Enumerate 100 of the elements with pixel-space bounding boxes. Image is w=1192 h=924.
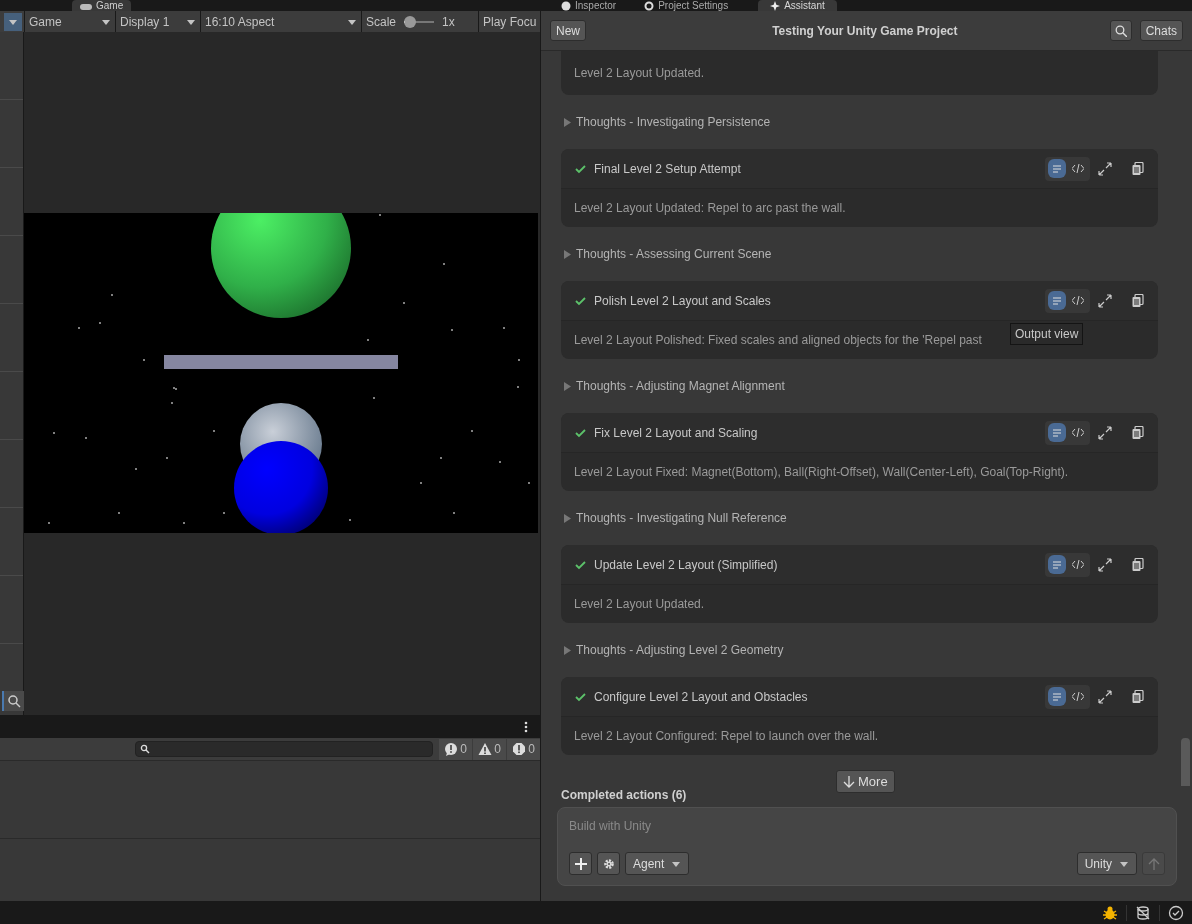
copy-icon[interactable] <box>1132 425 1144 440</box>
output-view-button[interactable] <box>1048 423 1066 442</box>
result-text: Level 2 Layout Polished: Fixed scales and aligned objects for the 'Repel past <box>574 332 982 349</box>
error-icon <box>512 742 527 756</box>
expand-arrow-icon[interactable] <box>564 249 571 259</box>
tab[interactable]: Assistant <box>758 0 837 11</box>
action-title: Polish Level 2 Layout and Scales <box>594 292 771 310</box>
thoughts-toggle[interactable]: Thoughts - Adjusting Level 2 Geometry <box>576 641 784 659</box>
toolbar-dropdown[interactable]: Game <box>25 11 115 32</box>
action-title: Configure Level 2 Layout and Obstacles <box>594 688 808 706</box>
mode-dropdown[interactable]: Agent <box>625 852 690 875</box>
warning-icon <box>478 742 493 756</box>
thoughts-toggle[interactable]: Thoughts - Adjusting Magnet Alignment <box>576 377 785 395</box>
expand-icon[interactable] <box>1098 557 1112 572</box>
up-arrow-icon <box>1147 857 1160 870</box>
expand-icon[interactable] <box>1098 689 1112 704</box>
expand-arrow-icon[interactable] <box>564 645 571 655</box>
expand-icon[interactable] <box>1098 425 1112 440</box>
more-button[interactable]: More <box>836 770 895 793</box>
search-button[interactable] <box>1109 20 1132 41</box>
caret-icon <box>671 859 682 868</box>
check-icon <box>575 163 586 174</box>
tab[interactable]: Project Settings <box>632 0 741 11</box>
toolbar-button[interactable]: Play Focu <box>479 11 540 32</box>
expand-icon[interactable] <box>1098 293 1112 308</box>
add-button[interactable] <box>569 852 592 875</box>
message-icon <box>444 742 459 756</box>
caret-icon <box>347 17 357 26</box>
output-view-button[interactable] <box>1048 687 1066 706</box>
output-view-button[interactable] <box>1048 291 1066 310</box>
check-icon <box>575 295 586 306</box>
tab[interactable]: Inspector <box>549 0 629 11</box>
scale-reading: 1x <box>442 13 455 31</box>
caret-icon <box>186 17 196 26</box>
tooltip: Output view <box>1010 323 1084 345</box>
expand-icon[interactable] <box>1098 161 1112 176</box>
action-title: Update Level 2 Layout (Simplified) <box>594 556 778 574</box>
result-text: Level 2 Layout Updated. <box>574 65 705 82</box>
action-title: Final Level 2 Setup Attempt <box>594 160 741 178</box>
action-title: Fix Level 2 Layout and Scaling <box>594 424 758 442</box>
thoughts-toggle[interactable]: Thoughts - Assessing Current Scene <box>576 245 772 263</box>
console-error-toggle[interactable]: 0 <box>507 738 540 760</box>
down-arrow-icon <box>843 775 855 788</box>
search-icon <box>7 694 21 708</box>
lines-icon <box>1053 428 1061 437</box>
settings-button[interactable] <box>597 852 620 875</box>
search-icon <box>140 744 150 754</box>
copy-icon[interactable] <box>1132 557 1144 572</box>
search-icon <box>1114 24 1127 37</box>
code-icon <box>1072 692 1084 701</box>
copy-icon[interactable] <box>1132 161 1144 176</box>
toolbar-dropdown[interactable]: Display 1 <box>116 11 200 32</box>
code-icon <box>1072 428 1084 437</box>
check-circle-icon[interactable] <box>1168 904 1184 921</box>
lines-icon <box>1053 692 1061 701</box>
output-view-button[interactable] <box>1048 159 1066 178</box>
expand-arrow-icon[interactable] <box>564 513 571 523</box>
bug-icon[interactable] <box>1102 904 1118 921</box>
chats-button[interactable]: Chats <box>1139 20 1183 41</box>
result-text: Level 2 Layout Fixed: Magnet(Bottom), Ball(Right-Offset), Wall(Center-Left), Goal(Top-Right). <box>574 464 1069 481</box>
output-view-button[interactable] <box>1048 555 1066 574</box>
database-icon[interactable] <box>1135 904 1151 921</box>
expand-arrow-icon[interactable] <box>564 117 571 127</box>
sparkle-icon <box>770 1 781 11</box>
message-input[interactable]: Build with Unity <box>569 818 1165 834</box>
check-icon <box>575 559 586 570</box>
scale-label: Scale <box>366 13 397 31</box>
completed-actions-label: Completed actions (6) <box>561 788 688 802</box>
tab[interactable]: Game <box>72 0 132 11</box>
caret-icon <box>8 17 18 26</box>
console-log-toggle[interactable]: 0 <box>439 738 472 760</box>
more-options-icon[interactable] <box>524 721 528 733</box>
thoughts-toggle[interactable]: Thoughts - Investigating Persistence <box>576 113 771 131</box>
chat-title: Testing Your Unity Game Project <box>771 22 959 40</box>
new-button[interactable]: New <box>550 20 586 41</box>
caret-icon <box>1119 859 1129 868</box>
result-text: Level 2 Layout Updated: Repel to arc past the wall. <box>574 200 846 217</box>
check-icon <box>575 427 586 438</box>
caret-icon <box>101 17 111 26</box>
expand-arrow-icon[interactable] <box>564 381 571 391</box>
lines-icon <box>1053 296 1061 305</box>
code-icon <box>1072 560 1084 569</box>
toolbar-dropdown[interactable]: 16:10 Aspect <box>201 11 361 32</box>
check-icon <box>575 691 586 702</box>
search-button[interactable] <box>2 691 24 711</box>
search-field[interactable] <box>135 741 433 757</box>
plus-icon <box>574 857 587 870</box>
code-icon <box>1072 164 1084 173</box>
lines-icon <box>1053 164 1061 173</box>
lines-icon <box>1053 560 1061 569</box>
copy-icon[interactable] <box>1132 293 1144 308</box>
thoughts-toggle[interactable]: Thoughts - Investigating Null Reference <box>576 509 787 527</box>
result-text: Level 2 Layout Updated. <box>574 596 705 613</box>
model-dropdown[interactable]: Unity <box>1076 852 1137 875</box>
result-text: Level 2 Layout Configured: Repel to launch over the wall. <box>574 728 879 745</box>
scale-slider[interactable] <box>404 15 435 28</box>
console-warning-toggle[interactable]: 0 <box>473 738 506 760</box>
copy-icon[interactable] <box>1132 689 1144 704</box>
scrollbar-thumb[interactable] <box>1181 738 1190 786</box>
dropdown-button[interactable] <box>4 12 22 31</box>
